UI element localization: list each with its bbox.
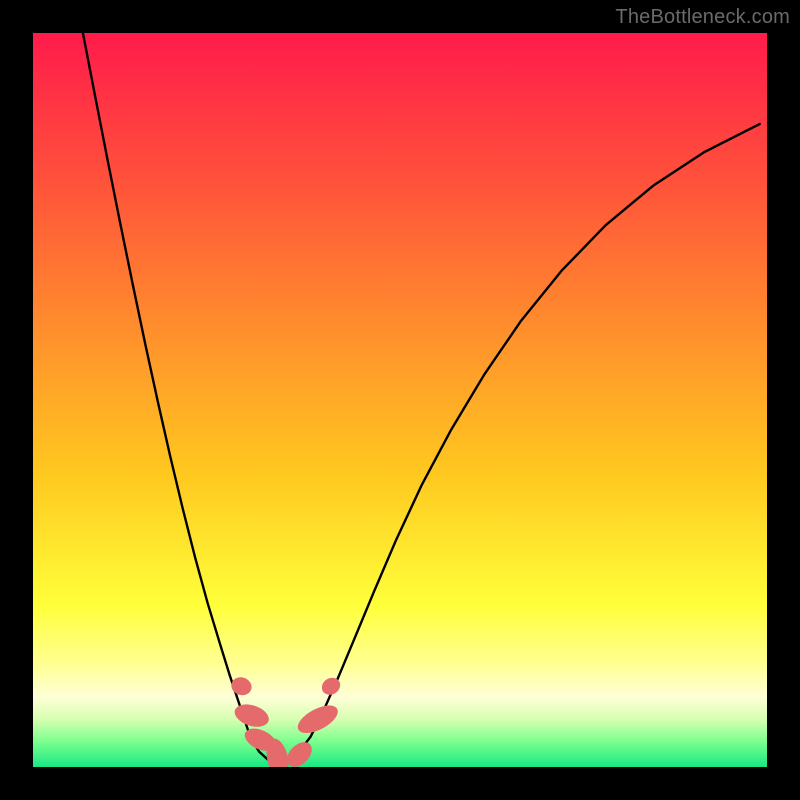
chart-svg xyxy=(33,33,767,767)
gradient-background xyxy=(33,33,767,767)
chart-frame: TheBottleneck.com xyxy=(0,0,800,800)
watermark-text: TheBottleneck.com xyxy=(615,6,790,29)
plot-area xyxy=(33,33,767,767)
